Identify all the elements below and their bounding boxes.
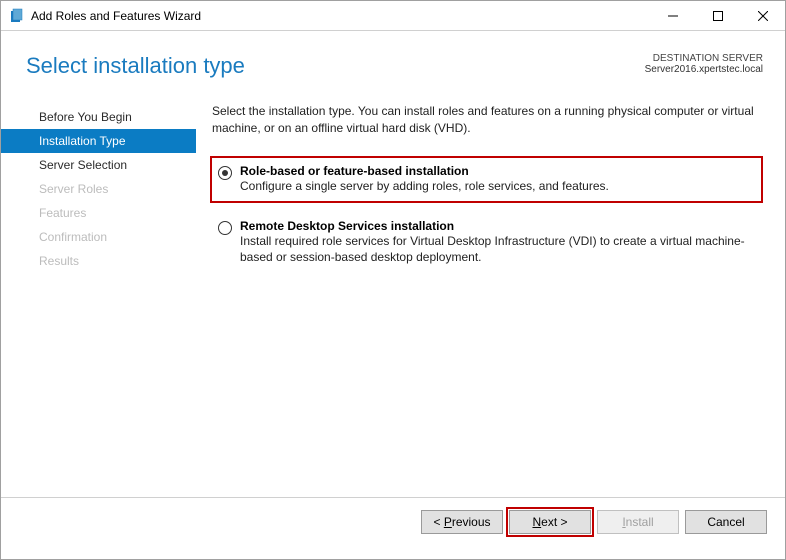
maximize-button[interactable] [695,1,740,30]
radio-remote-desktop[interactable] [218,221,232,235]
destination-server: Server2016.xpertstec.local [645,64,763,75]
option-body: Remote Desktop Services installation Ins… [240,219,761,267]
option-remote-desktop[interactable]: Remote Desktop Services installation Ins… [212,215,763,273]
content: Select the installation type. You can in… [196,87,785,497]
radio-role-based[interactable] [218,166,232,180]
option-title: Role-based or feature-based installation [240,164,755,178]
destination-block: DESTINATION SERVER Server2016.xpertstec.… [645,53,763,75]
option-desc: Configure a single server by adding role… [240,178,755,195]
install-button: Install [597,510,679,534]
window-title: Add Roles and Features Wizard [31,9,650,23]
header: Select installation type DESTINATION SER… [1,31,785,87]
previous-button[interactable]: < Previous [421,510,503,534]
destination-label: DESTINATION SERVER [645,53,763,64]
option-desc: Install required role services for Virtu… [240,233,761,267]
titlebar: Add Roles and Features Wizard [1,1,785,31]
sidebar: Before You Begin Installation Type Serve… [1,87,196,497]
sidebar-item-server-selection[interactable]: Server Selection [1,153,196,177]
option-body: Role-based or feature-based installation… [240,164,755,195]
page-title: Select installation type [26,53,645,79]
sidebar-item-installation-type[interactable]: Installation Type [1,129,196,153]
sidebar-item-before-you-begin[interactable]: Before You Begin [1,105,196,129]
window-controls [650,1,785,30]
intro-text: Select the installation type. You can in… [212,103,763,138]
sidebar-item-results: Results [1,249,196,273]
sidebar-item-confirmation: Confirmation [1,225,196,249]
option-title: Remote Desktop Services installation [240,219,761,233]
cancel-button[interactable]: Cancel [685,510,767,534]
sidebar-item-features: Features [1,201,196,225]
close-button[interactable] [740,1,785,30]
option-role-based[interactable]: Role-based or feature-based installation… [210,156,763,203]
wizard-icon [9,8,25,24]
minimize-button[interactable] [650,1,695,30]
footer: < Previous Next > Install Cancel [1,497,785,545]
next-button[interactable]: Next > [509,510,591,534]
sidebar-item-server-roles: Server Roles [1,177,196,201]
main-area: Before You Begin Installation Type Serve… [1,87,785,497]
